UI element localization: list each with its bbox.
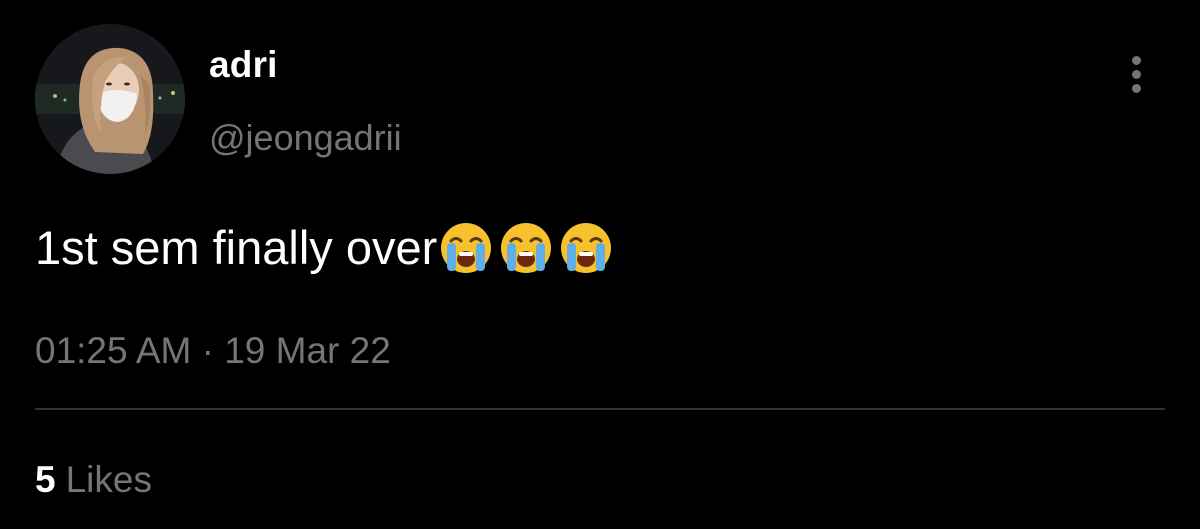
likes-count: 5	[35, 459, 56, 500]
more-options-button[interactable]	[1120, 52, 1154, 96]
avatar[interactable]	[35, 24, 185, 174]
emoji-group	[439, 221, 619, 275]
tweet-detail: adri @jeongadrii 1st sem finally over 01…	[0, 0, 1200, 529]
user-handle[interactable]: @jeongadrii	[209, 117, 402, 159]
tweet-body: 1st sem finally over	[35, 220, 619, 275]
divider	[35, 408, 1165, 410]
tweet-timestamp[interactable]: 01:25 AM · 19 Mar 22	[35, 330, 391, 372]
loudly-crying-face-icon	[441, 222, 492, 273]
profile-photo-image	[35, 24, 185, 174]
likes-link[interactable]: 5 Likes	[35, 459, 152, 501]
likes-label: Likes	[65, 459, 152, 500]
loudly-crying-face-icon	[561, 222, 612, 273]
tweet-text: 1st sem finally over	[35, 221, 438, 274]
display-name[interactable]: adri	[209, 44, 278, 86]
loudly-crying-face-icon	[501, 222, 552, 273]
